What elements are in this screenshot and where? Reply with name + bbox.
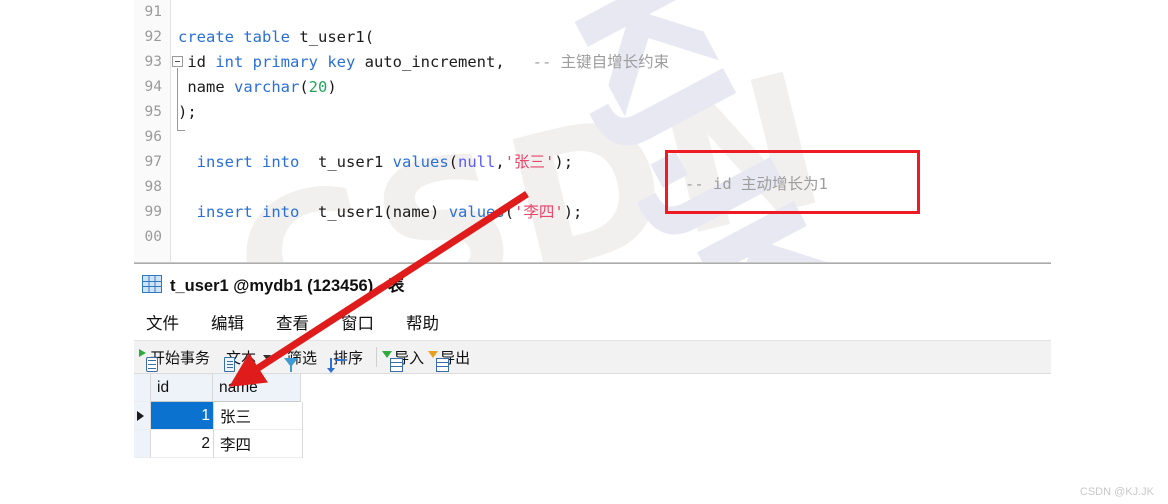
code-line[interactable]: 95); xyxy=(134,100,1051,125)
sql-code-editor[interactable]: 91 92 create table t_user1( 93 id int prima… xyxy=(134,0,1051,265)
cell-id[interactable]: 2 xyxy=(151,430,214,458)
code-line[interactable]: 98 xyxy=(134,175,1051,200)
menu-item-文件[interactable]: 文件 xyxy=(146,310,179,334)
code-line[interactable]: 94 name varchar(20) xyxy=(134,75,1051,100)
menu-item-编辑[interactable]: 编辑 xyxy=(211,310,244,334)
toolbar-button-导出[interactable]: 导出 xyxy=(428,345,476,372)
line-number: 99 xyxy=(144,204,162,220)
tool-bar[interactable]: 开始事务 文本 筛选 排序 导入 导出 xyxy=(134,340,1051,374)
data-grid[interactable]: id name 1 张三 2 李四 xyxy=(134,374,1051,458)
menu-item-帮助[interactable]: 帮助 xyxy=(406,310,439,334)
row-selector-cell[interactable] xyxy=(134,430,151,458)
code-fold-guide-foot xyxy=(177,130,185,131)
grid-header-row: id name xyxy=(134,374,1051,402)
toolbar-button-文本[interactable]: 文本 xyxy=(216,345,277,372)
editor-code-lines[interactable]: 91 92 create table t_user1( 93 id int prima… xyxy=(134,0,1051,250)
cell-name[interactable]: 李四 xyxy=(214,430,303,458)
toolbar-button-排序[interactable]: 排序 xyxy=(323,345,369,373)
row-selector-cell[interactable] xyxy=(134,402,151,430)
chevron-down-icon[interactable] xyxy=(263,354,272,360)
table-data-window: t_user1 @mydb1 (123456) - 表 文件 编辑 查看 窗口 帮助 开… xyxy=(134,264,1051,504)
current-row-marker-icon xyxy=(137,411,144,421)
credit-watermark: CSDN @KJ.JK xyxy=(1079,486,1154,498)
line-number: 93 xyxy=(144,54,162,70)
column-header-name[interactable]: name xyxy=(213,374,301,402)
line-number: 98 xyxy=(144,179,162,195)
code-line[interactable]: 93 id int primary key auto_increment, --… xyxy=(134,50,1051,75)
cell-value-name: 李四 xyxy=(214,430,302,458)
window-title: t_user1 @mydb1 (123456) - 表 xyxy=(170,277,405,295)
toolbar-button-label: 排序 xyxy=(333,349,364,367)
line-number: 91 xyxy=(144,4,162,20)
toolbar-separator xyxy=(376,347,378,367)
code-text: insert into t_user1(name) values('李四'); xyxy=(196,203,583,221)
code-line[interactable]: 91 xyxy=(134,0,1051,25)
menu-item-查看[interactable]: 查看 xyxy=(276,310,309,334)
grid-body[interactable]: 1 张三 2 李四 xyxy=(134,402,1051,458)
cell-value-id: 1 xyxy=(151,402,213,430)
menu-item-窗口[interactable]: 窗口 xyxy=(341,310,374,334)
code-fold-icon[interactable] xyxy=(172,56,183,67)
code-text: insert into t_user1 values(null,'张三'); xyxy=(196,153,574,171)
table-row[interactable]: 2 李四 xyxy=(134,430,1051,458)
cell-name[interactable]: 张三 xyxy=(214,402,303,430)
line-number: 00 xyxy=(144,229,162,245)
window-titlebar: t_user1 @mydb1 (123456) - 表 xyxy=(134,264,1051,304)
code-line[interactable]: 99 insert into t_user1(name) values('李四'… xyxy=(134,200,1051,225)
toolbar-button-开始事务[interactable]: 开始事务 xyxy=(139,345,216,372)
toolbar-button-label: 开始事务 xyxy=(150,349,211,367)
column-header-id[interactable]: id xyxy=(151,374,213,402)
code-text: create table t_user1( xyxy=(178,28,375,46)
table-row[interactable]: 1 张三 xyxy=(134,402,1051,430)
code-line[interactable]: 97 insert into t_user1 values(null,'张三')… xyxy=(134,150,1051,175)
cell-id[interactable]: 1 xyxy=(151,402,214,430)
code-line[interactable]: 00 xyxy=(134,225,1051,250)
code-text: id int primary key auto_increment, -- 主键… xyxy=(178,53,670,71)
code-fold-guide-line xyxy=(177,68,178,130)
table-grid-icon xyxy=(142,275,162,293)
line-number: 95 xyxy=(144,104,162,120)
cell-value-name: 张三 xyxy=(214,402,302,430)
code-text: ); xyxy=(178,103,197,121)
code-text: name varchar(20) xyxy=(178,78,337,96)
line-number: 97 xyxy=(144,154,162,170)
cell-value-id: 2 xyxy=(151,430,213,458)
toolbar-button-筛选[interactable]: 筛选 xyxy=(277,345,323,372)
code-line[interactable]: 96 xyxy=(134,125,1051,150)
line-number: 92 xyxy=(144,29,162,45)
code-line[interactable]: 92 create table t_user1( xyxy=(134,25,1051,50)
row-selector-header xyxy=(134,374,151,402)
line-number: 96 xyxy=(144,129,162,145)
line-number: 94 xyxy=(144,79,162,95)
toolbar-button-导入[interactable]: 导入 xyxy=(382,345,430,372)
menu-bar[interactable]: 文件 编辑 查看 窗口 帮助 xyxy=(134,304,1051,340)
